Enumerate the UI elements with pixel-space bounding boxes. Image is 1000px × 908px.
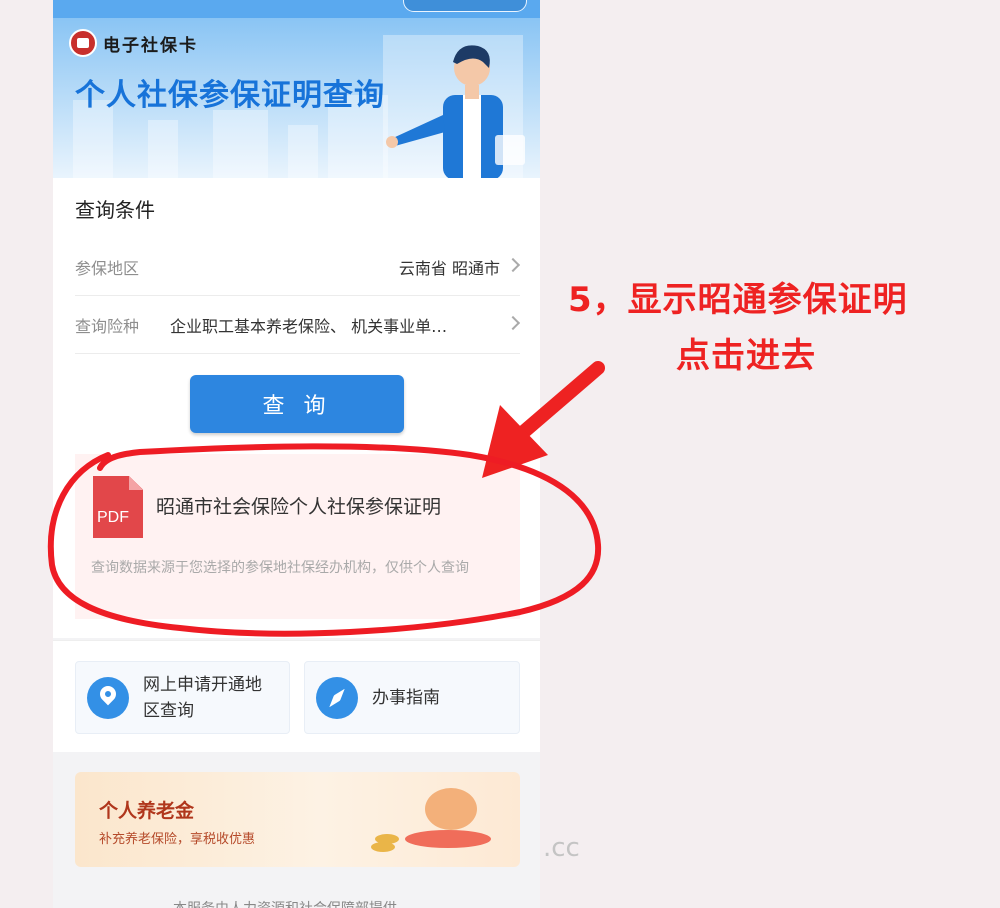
certificate-note: 查询数据来源于您选择的参保地社保经办机构，仅供个人查询 bbox=[91, 560, 469, 576]
piggy-bank-icon bbox=[425, 788, 477, 830]
insurance-type-label: 查询险种 bbox=[75, 316, 140, 336]
query-conditions-card: 查询条件 参保地区 云南省 昭通市 查询险种 企业职工基本养老保险、 机关事业单… bbox=[53, 178, 540, 638]
header-banner: 电子社保卡 个人社保参保证明查询 bbox=[53, 0, 540, 178]
coin-icon bbox=[375, 834, 399, 844]
building-decoration bbox=[288, 125, 318, 178]
insurance-type-value: 企业职工基本养老保险、 机关事业单… bbox=[170, 316, 448, 336]
annotation-line-1: 5，显示昭通参保证明 bbox=[568, 280, 908, 320]
pdf-icon-label: PDF bbox=[97, 509, 129, 526]
brand-name: 电子社保卡 bbox=[103, 35, 198, 56]
watermark-text: .cc bbox=[543, 833, 580, 863]
service-guide-link[interactable]: 办事指南 bbox=[304, 661, 520, 734]
region-label: 参保地区 bbox=[75, 258, 140, 278]
building-decoration bbox=[148, 120, 178, 178]
query-button[interactable]: 查 询 bbox=[190, 375, 404, 433]
phone-screen: 电子社保卡 个人社保参保证明查询 查询条件 参保地区 云南省 昭通市 查询险种 … bbox=[53, 0, 540, 908]
insurance-type-row[interactable]: 查询险种 企业职工基本养老保险、 机关事业单… bbox=[75, 296, 521, 354]
compass-icon bbox=[316, 676, 358, 719]
page-title: 个人社保参保证明查询 bbox=[75, 78, 385, 113]
social-security-emblem-icon bbox=[69, 29, 97, 57]
certificate-title: 昭通市社会保险个人社保参保证明 bbox=[156, 496, 442, 518]
bottom-section: 个人养老金 补充养老保险，享税收优惠 本服务由人力资源和社会保障部提供 bbox=[53, 752, 540, 908]
brand-logo: 电子社保卡 bbox=[69, 29, 198, 57]
quick-links: 网上申请开通地区查询 办事指南 bbox=[53, 640, 540, 752]
certificate-result-item[interactable]: PDF 昭通市社会保险个人社保参保证明 查询数据来源于您选择的参保地社保经办机构… bbox=[75, 454, 520, 619]
pdf-fold-corner bbox=[129, 476, 143, 490]
pension-subtitle: 补充养老保险，享税收优惠 bbox=[99, 832, 256, 847]
building-decoration bbox=[213, 110, 268, 178]
businessman-illustration bbox=[386, 45, 525, 178]
location-pin-icon bbox=[87, 676, 129, 719]
link-label: 网上申请开通地区查询 bbox=[143, 674, 262, 721]
footer-provider-text: 本服务由人力资源和社会保障部提供 bbox=[173, 898, 397, 908]
platter-decoration bbox=[405, 830, 491, 848]
pension-title: 个人养老金 bbox=[99, 800, 195, 822]
link-label: 办事指南 bbox=[372, 687, 440, 708]
open-region-query-link[interactable]: 网上申请开通地区查询 bbox=[75, 661, 290, 734]
region-row[interactable]: 参保地区 云南省 昭通市 bbox=[75, 238, 521, 296]
section-title: 查询条件 bbox=[75, 198, 155, 222]
capsule-menu-button[interactable] bbox=[403, 0, 527, 12]
annotation-line-2: 点击进去 bbox=[676, 336, 816, 376]
pension-banner[interactable]: 个人养老金 补充养老保险，享税收优惠 bbox=[75, 772, 520, 867]
region-value: 云南省 昭通市 bbox=[398, 258, 500, 278]
